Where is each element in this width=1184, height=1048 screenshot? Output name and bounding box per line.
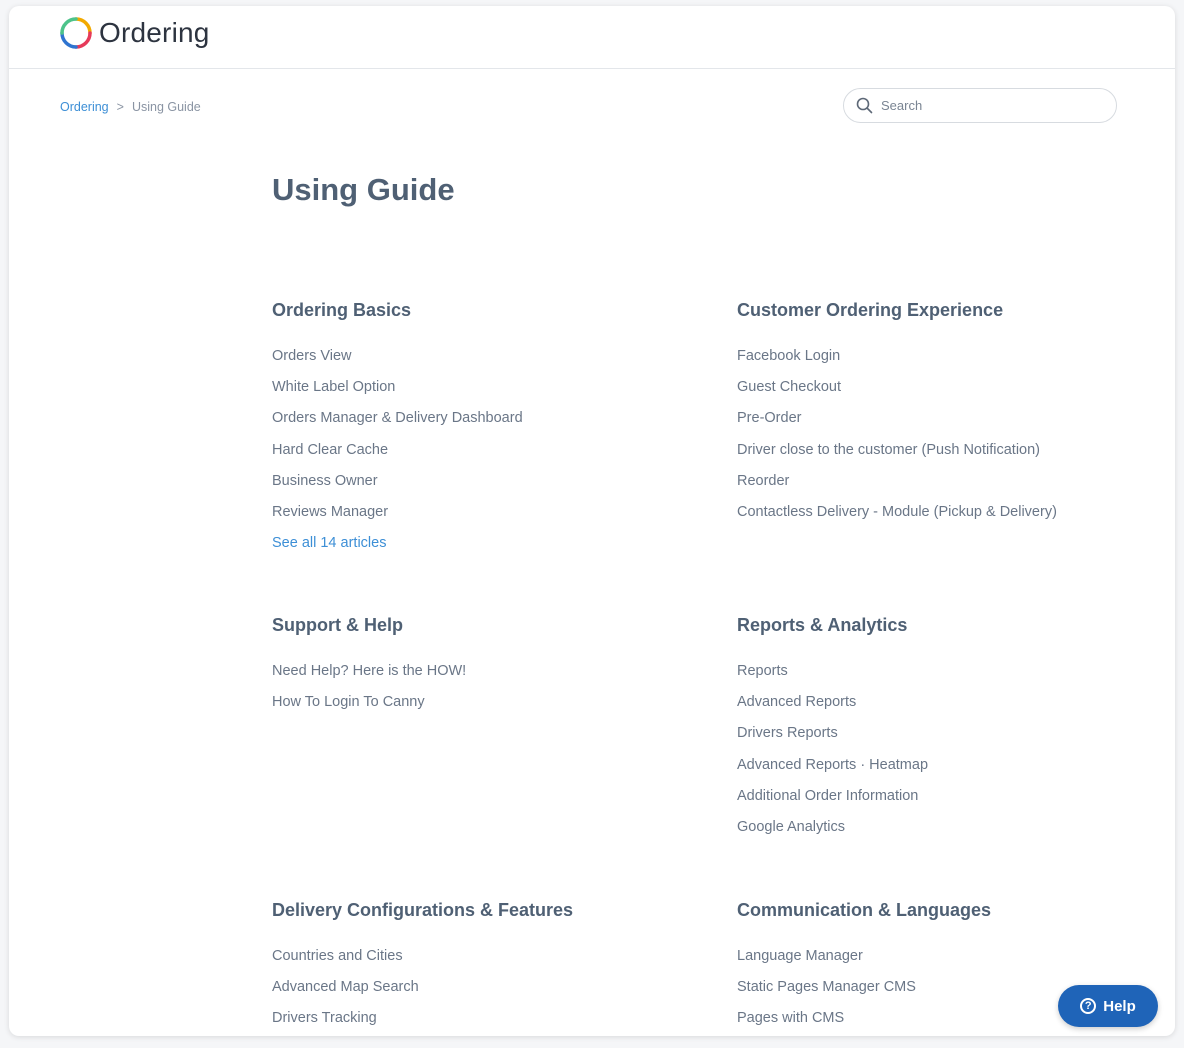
article-link[interactable]: Advanced Reports · Heatmap [737, 756, 1157, 787]
article-link[interactable]: Reorder [737, 472, 1157, 503]
search-input[interactable] [879, 97, 1093, 114]
section-support-help: Support & Help Need Help? Here is the HO… [272, 614, 692, 724]
help-center-page: Ordering Ordering > Using Guide Using Gu… [9, 6, 1175, 1036]
help-button[interactable]: ? Help [1058, 985, 1158, 1027]
section-title[interactable]: Reports & Analytics [737, 614, 1157, 636]
article-link[interactable]: How To Login To Canny [272, 693, 692, 724]
article-link[interactable]: Orders Manager & Delivery Dashboard [272, 409, 692, 440]
article-link[interactable]: Facebook Login [737, 347, 1157, 378]
article-link[interactable]: Drivers Reports [737, 724, 1157, 755]
section-title[interactable]: Support & Help [272, 614, 692, 636]
article-link[interactable]: Orders View [272, 347, 692, 378]
breadcrumb-root-link[interactable]: Ordering [60, 100, 109, 114]
article-link[interactable]: Google Analytics [737, 818, 1157, 849]
article-link[interactable]: Countries and Cities [272, 947, 692, 978]
section-title[interactable]: Delivery Configurations & Features [272, 899, 692, 921]
logo[interactable]: Ordering [59, 16, 210, 50]
section-title[interactable]: Customer Ordering Experience [737, 299, 1157, 321]
article-link[interactable]: Contactless Delivery - Module (Pickup & … [737, 503, 1157, 534]
article-link[interactable]: Pre-Order [737, 409, 1157, 440]
section-customer-ordering-experience: Customer Ordering Experience Facebook Lo… [737, 299, 1157, 534]
breadcrumb: Ordering > Using Guide [60, 100, 201, 114]
search-icon [856, 97, 873, 114]
article-link[interactable]: Guest Checkout [737, 378, 1157, 409]
article-link[interactable]: Drivers Tracking [272, 1009, 692, 1036]
section-reports-analytics: Reports & Analytics Reports Advanced Rep… [737, 614, 1157, 849]
article-link[interactable]: Need Help? Here is the HOW! [272, 662, 692, 693]
section-title[interactable]: Communication & Languages [737, 899, 1157, 921]
breadcrumb-separator: > [116, 100, 124, 114]
article-link[interactable]: Hard Clear Cache [272, 441, 692, 472]
article-link[interactable]: Reports [737, 662, 1157, 693]
ordering-logo-icon [60, 17, 92, 49]
article-link[interactable]: Language Manager [737, 947, 1157, 978]
page-title: Using Guide [272, 172, 455, 207]
search-box[interactable] [843, 88, 1117, 123]
section-ordering-basics: Ordering Basics Orders View White Label … [272, 299, 692, 565]
article-link[interactable]: Advanced Map Search [272, 978, 692, 1009]
breadcrumb-current: Using Guide [131, 100, 201, 114]
question-circle-icon: ? [1080, 998, 1097, 1014]
help-button-label: Help [1103, 997, 1136, 1015]
see-all-articles-link[interactable]: See all 14 articles [272, 534, 692, 565]
logo-text: Ordering [99, 17, 210, 48]
article-link[interactable]: Advanced Reports [737, 693, 1157, 724]
article-link[interactable]: Additional Order Information [737, 787, 1157, 818]
article-link[interactable]: Driver close to the customer (Push Notif… [737, 441, 1157, 472]
article-link[interactable]: Reviews Manager [272, 503, 692, 534]
section-delivery-configurations: Delivery Configurations & Features Count… [272, 899, 692, 1036]
top-bar: Ordering [9, 6, 1175, 69]
article-link[interactable]: Business Owner [272, 472, 692, 503]
section-title[interactable]: Ordering Basics [272, 299, 692, 321]
article-link[interactable]: White Label Option [272, 378, 692, 409]
